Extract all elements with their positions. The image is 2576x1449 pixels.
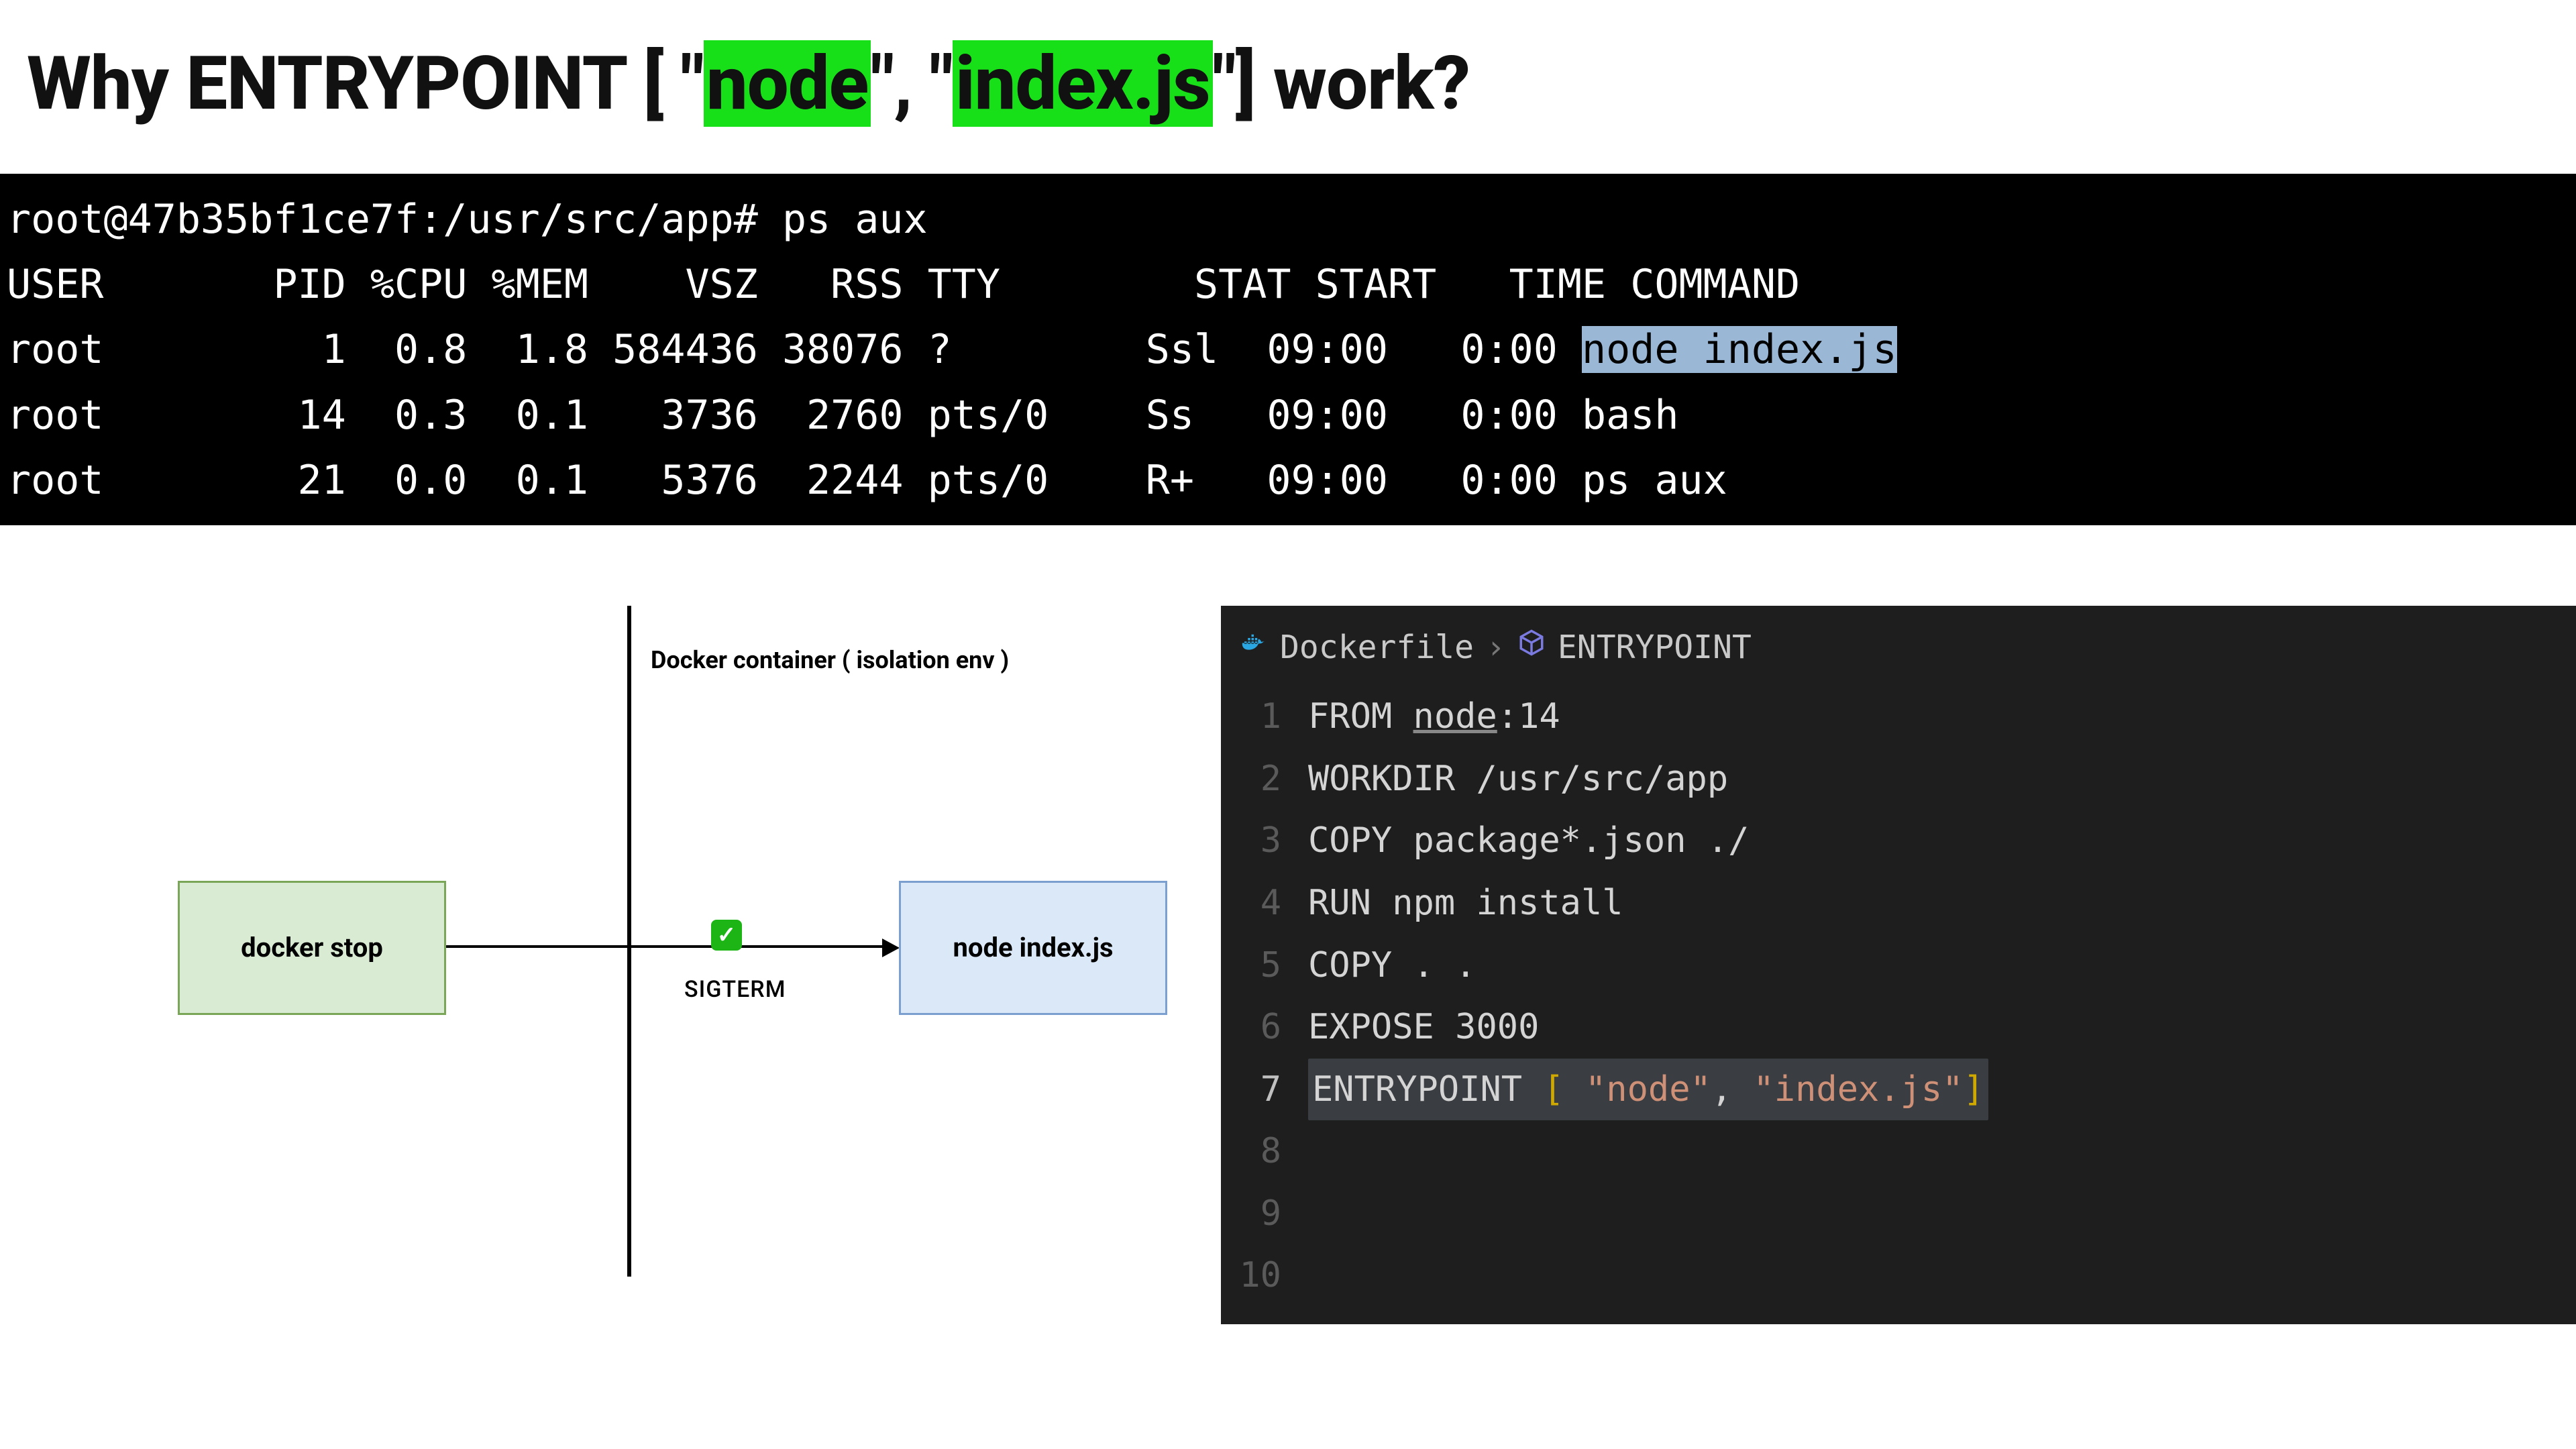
- breadcrumb-file: Dockerfile: [1280, 619, 1474, 676]
- terminal-output: root@47b35bf1ce7f:/usr/src/app# ps aux U…: [0, 174, 2576, 525]
- code-line: 2WORKDIR /usr/src/app: [1221, 748, 2576, 810]
- slide-title: Why ENTRYPOINT [ "node", "index.js"] wor…: [27, 40, 2576, 127]
- code-line: 8: [1221, 1120, 2576, 1183]
- code-text: [1308, 1183, 1329, 1245]
- docker-stop-label: docker stop: [241, 932, 383, 963]
- checkmark-icon: ✓: [711, 920, 742, 951]
- code-line: 3COPY package*.json ./: [1221, 810, 2576, 872]
- editor-body: 1FROM node:142WORKDIR /usr/src/app3COPY …: [1221, 686, 2576, 1306]
- code-line: 9: [1221, 1183, 2576, 1245]
- docker-icon: [1240, 623, 1268, 673]
- code-text: EXPOSE 3000: [1308, 996, 1539, 1059]
- editor-breadcrumb: Dockerfile › ENTRYPOINT: [1221, 619, 2576, 686]
- code-line: 7ENTRYPOINT [ "node", "index.js"]: [1221, 1059, 2576, 1121]
- code-line: 4RUN npm install: [1221, 872, 2576, 934]
- code-text: WORKDIR /usr/src/app: [1308, 748, 1728, 810]
- line-number: 4: [1221, 872, 1308, 934]
- code-text: [1308, 1120, 1329, 1183]
- line-number: 6: [1221, 996, 1308, 1059]
- line-number: 5: [1221, 934, 1308, 997]
- line-number: 8: [1221, 1120, 1308, 1183]
- code-text: ENTRYPOINT [ "node", "index.js"]: [1308, 1059, 1988, 1121]
- chevron-right-icon: ›: [1486, 619, 1505, 676]
- code-text: COPY package*.json ./: [1308, 810, 1749, 872]
- code-editor: Dockerfile › ENTRYPOINT 1FROM node:142WO…: [1221, 606, 2576, 1324]
- line-number: 10: [1221, 1244, 1308, 1307]
- node-process-label: node index.js: [953, 932, 1113, 963]
- code-line: 1FROM node:14: [1221, 686, 2576, 748]
- signal-diagram: Docker container ( isolation env ) docke…: [40, 606, 1221, 1277]
- line-number: 1: [1221, 686, 1308, 748]
- code-line: 6EXPOSE 3000: [1221, 996, 2576, 1059]
- container-label: Docker container ( isolation env ): [651, 646, 1009, 674]
- line-number: 9: [1221, 1183, 1308, 1245]
- lower-row: Docker container ( isolation env ) docke…: [0, 606, 2576, 1324]
- code-text: RUN npm install: [1308, 872, 1623, 934]
- code-text: COPY . .: [1308, 934, 1476, 997]
- arrow-head-icon: [882, 938, 900, 957]
- cube-icon: [1517, 623, 1546, 673]
- code-line: 10: [1221, 1244, 2576, 1307]
- slide: Why ENTRYPOINT [ "node", "index.js"] wor…: [0, 0, 2576, 1449]
- code-text: FROM node:14: [1308, 686, 1560, 748]
- code-text: [1308, 1244, 1329, 1307]
- container-boundary-line: [627, 606, 631, 1277]
- title-highlight-indexjs: index.js: [953, 40, 1213, 127]
- sigterm-label: SIGTERM: [684, 976, 786, 1003]
- check-glyph: ✓: [717, 922, 737, 949]
- title-highlight-node: node: [704, 40, 871, 127]
- line-number: 2: [1221, 748, 1308, 810]
- title-pre: Why ENTRYPOINT [ ": [27, 40, 704, 127]
- line-number: 7: [1221, 1059, 1308, 1121]
- code-line: 5COPY . .: [1221, 934, 2576, 997]
- node-process-box: node index.js: [899, 881, 1167, 1015]
- docker-stop-box: docker stop: [178, 881, 446, 1015]
- title-mid: ", ": [871, 40, 953, 127]
- line-number: 3: [1221, 810, 1308, 872]
- title-post: "] work?: [1213, 40, 1470, 127]
- arrow-line: [446, 945, 882, 948]
- breadcrumb-section: ENTRYPOINT: [1558, 619, 1752, 676]
